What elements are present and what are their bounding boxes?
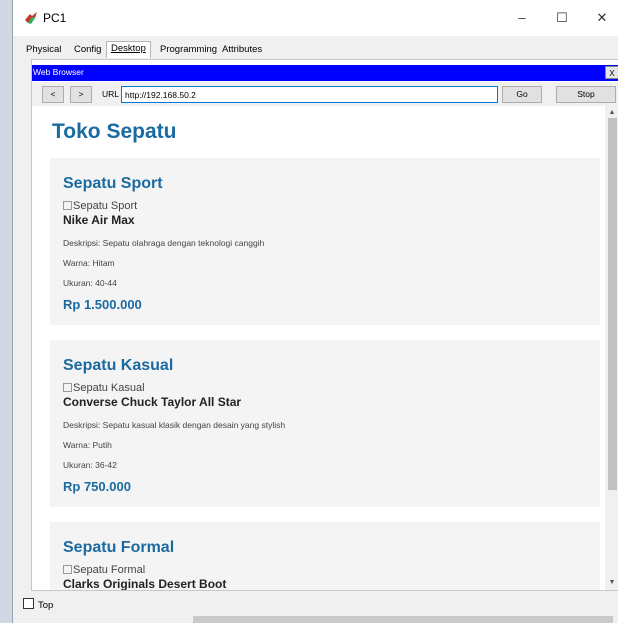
top-checkbox[interactable]: [23, 598, 34, 609]
tab-programming[interactable]: Programming: [156, 43, 221, 56]
minimize-button[interactable]: –: [507, 8, 537, 28]
product-image-alt: Sepatu Sport: [73, 200, 138, 212]
product-description: Deskripsi: Sepatu kasual klasik dengan d…: [63, 420, 286, 430]
window-title: PC1: [43, 11, 67, 25]
taskbar-peek: [193, 616, 613, 623]
product-size: Ukuran: 40-44: [63, 278, 117, 288]
maximize-button[interactable]: ☐: [547, 8, 577, 28]
product-description: Deskripsi: Sepatu olahraga dengan teknol…: [63, 238, 265, 248]
stop-button[interactable]: Stop: [556, 86, 616, 103]
tab-attributes[interactable]: Attributes: [218, 43, 266, 56]
broken-image-icon: [63, 201, 72, 210]
browser-content: Toko Sepatu Sepatu Sport Sepatu Sport Ni…: [32, 106, 604, 590]
product-card: Sepatu Formal Sepatu Formal Clarks Origi…: [50, 522, 600, 590]
product-image-alt: Sepatu Kasual: [73, 382, 145, 394]
product-image: Sepatu Kasual: [63, 382, 145, 394]
product-category: Sepatu Formal: [63, 539, 175, 556]
web-browser-titlebar: Web Browser X: [32, 65, 618, 81]
tab-desktop[interactable]: Desktop: [106, 41, 151, 58]
product-category: Sepatu Kasual: [63, 357, 174, 374]
pc1-window: PC1 – ☐ ✕ Physical Config Desktop Progra…: [12, 0, 618, 623]
product-model: Nike Air Max: [63, 213, 135, 227]
url-input[interactable]: [121, 86, 498, 103]
chevron-down-icon[interactable]: ▼: [605, 576, 618, 590]
forward-button[interactable]: >: [70, 86, 92, 103]
product-image: Sepatu Sport: [63, 200, 137, 212]
web-browser-title: Web Browser: [33, 67, 84, 77]
tab-config[interactable]: Config: [70, 43, 105, 56]
web-browser-close-button[interactable]: X: [605, 66, 618, 79]
top-checkbox-label: Top: [38, 600, 54, 611]
title-bar: PC1 – ☐ ✕: [13, 0, 618, 36]
broken-image-icon: [63, 383, 72, 392]
product-image: Sepatu Formal: [63, 564, 145, 576]
product-color: Warna: Putih: [63, 440, 112, 450]
close-button[interactable]: ✕: [587, 8, 617, 28]
tab-physical[interactable]: Physical: [22, 43, 65, 56]
page-title: Toko Sepatu: [52, 120, 177, 143]
product-price: Rp 750.000: [63, 479, 131, 494]
back-button[interactable]: <: [42, 86, 64, 103]
broken-image-icon: [63, 565, 72, 574]
browser-navbar: < > URL Go Stop: [32, 82, 618, 106]
product-card: Sepatu Sport Sepatu Sport Nike Air Max D…: [50, 158, 600, 325]
product-model: Clarks Originals Desert Boot: [63, 577, 227, 590]
packet-tracer-pc-icon: [25, 12, 37, 24]
product-price: Rp 1.500.000: [63, 297, 142, 312]
product-category: Sepatu Sport: [63, 175, 163, 192]
top-checkbox-row[interactable]: Top: [23, 598, 53, 611]
product-card: Sepatu Kasual Sepatu Kasual Converse Chu…: [50, 340, 600, 507]
tab-desktop-label: Desktop: [111, 43, 146, 54]
product-model: Converse Chuck Taylor All Star: [63, 395, 242, 409]
product-color: Warna: Hitam: [63, 258, 115, 268]
product-size: Ukuran: 36-42: [63, 460, 117, 470]
desktop-panel: Web Browser X < > URL Go Stop Toko Sepat…: [31, 59, 618, 591]
product-image-alt: Sepatu Formal: [73, 564, 146, 576]
vertical-scrollbar[interactable]: ▲ ▼: [605, 106, 618, 590]
desktop-background: [0, 0, 12, 623]
go-button[interactable]: Go: [502, 86, 542, 103]
url-label: URL: [102, 89, 120, 99]
scrollbar-thumb[interactable]: [608, 118, 617, 490]
